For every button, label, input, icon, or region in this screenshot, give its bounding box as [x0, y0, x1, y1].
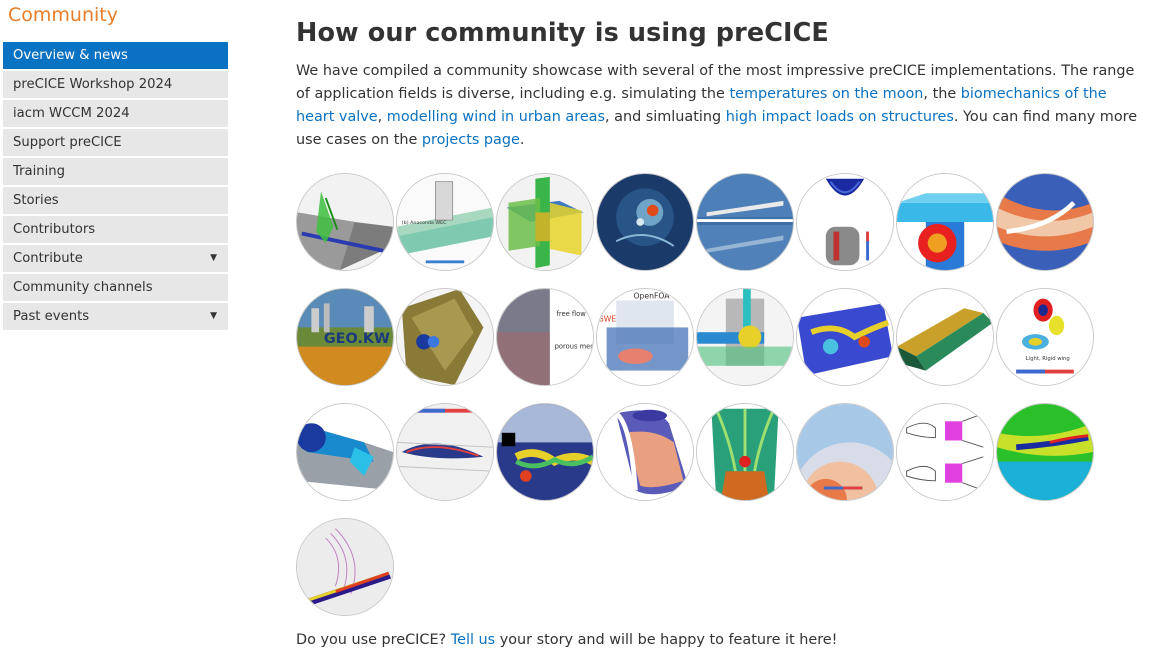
simulation-image: [597, 404, 693, 500]
showcase-thumb-porous-medium[interactable]: free flow porous medium: [496, 288, 594, 386]
simulation-image: [897, 404, 993, 500]
sidebar-item-label: Past events: [13, 309, 90, 324]
simulation-image: (b) Anaconda WEC: [397, 174, 493, 270]
thumb-label: GEO.KW: [324, 331, 390, 347]
showcase-thumb-heart-valve[interactable]: [796, 173, 894, 271]
sidebar-title: Community: [8, 4, 118, 26]
sidebar-item-label: Stories: [13, 193, 59, 208]
footer-text: Do you use preCICE?: [296, 632, 451, 648]
simulation-image: free flow porous medium: [497, 289, 593, 385]
simulation-image: [397, 289, 493, 385]
main-content: How our community is using preCICE We ha…: [296, 18, 1141, 166]
showcase-thumb-cylinder-nozzle[interactable]: [296, 403, 394, 501]
simulation-image: OpenFOA SWE: [597, 289, 693, 385]
footer-text: your story and will be happy to feature …: [495, 632, 838, 648]
showcase-thumb-openfoam-swe[interactable]: OpenFOA SWE: [596, 288, 694, 386]
showcase-thumb-temperature-field[interactable]: [796, 403, 894, 501]
page-title: How our community is using preCICE: [296, 18, 829, 48]
showcase-thumb-cut-planes[interactable]: [496, 173, 594, 271]
showcase-thumb-wake-turbulence[interactable]: [496, 403, 594, 501]
showcase-thumb-wave-energy[interactable]: (b) Anaconda WEC: [396, 173, 494, 271]
sidebar-item-label: Support preCICE: [13, 135, 122, 150]
tell-us-link[interactable]: Tell us: [451, 632, 495, 648]
sidebar-item-label: Contribute: [13, 251, 83, 266]
showcase-thumb-tube-deformation[interactable]: [596, 403, 694, 501]
simulation-image: [397, 404, 493, 500]
intro-text: ,: [377, 109, 387, 125]
link-projects-page[interactable]: projects page: [422, 132, 520, 148]
footer-cta: Do you use preCICE? Tell us your story a…: [296, 632, 837, 648]
simulation-image: [797, 289, 893, 385]
showcase-thumb-panels-blue[interactable]: [696, 173, 794, 271]
thumb-label: free flow: [557, 310, 587, 318]
simulation-image: [697, 174, 793, 270]
simulation-image: [897, 174, 993, 270]
sidebar-item-label: Community channels: [13, 280, 153, 295]
showcase-thumb-plate-green[interactable]: [896, 288, 994, 386]
thumb-label: OpenFOA: [633, 292, 670, 301]
showcase-thumb-terrain-map[interactable]: [796, 288, 894, 386]
simulation-image: [597, 174, 693, 270]
thumb-label: porous medium: [555, 343, 593, 351]
sidebar-item-training[interactable]: Training: [3, 158, 228, 185]
thumb-label: Light, Rigid wing: [1026, 356, 1070, 362]
simulation-image: [697, 289, 793, 385]
simulation-image: [497, 174, 593, 270]
sidebar-item-label: Contributors: [13, 222, 96, 237]
sidebar-item-label: Overview & news: [13, 48, 128, 63]
showcase-thumb-flow-band[interactable]: [996, 173, 1094, 271]
sidebar-item-past-events[interactable]: Past events ▼: [3, 303, 228, 330]
link-wind-urban[interactable]: modelling wind in urban areas: [387, 109, 605, 125]
showcase-thumb-rigid-wing[interactable]: Light, Rigid wing: [996, 288, 1094, 386]
showcase-thumb-flap-contour[interactable]: [296, 518, 394, 616]
thumb-label: SWE: [599, 315, 616, 324]
simulation-image: [697, 404, 793, 500]
sidebar-item-overview-news[interactable]: Overview & news: [3, 42, 228, 69]
sidebar-item-label: preCICE Workshop 2024: [13, 77, 173, 92]
showcase-gallery: (b) Anaconda WEC GEO.KW free flow porous…: [296, 173, 1096, 619]
showcase-thumb-valve-green[interactable]: [296, 173, 394, 271]
showcase-thumb-wing-flow[interactable]: [996, 403, 1094, 501]
showcase-thumb-valve-sketch[interactable]: [896, 403, 994, 501]
simulation-image: [297, 174, 393, 270]
sidebar-item-iacm-wccm-2024[interactable]: iacm WCCM 2024: [3, 100, 228, 127]
simulation-image: [997, 174, 1093, 270]
simulation-image: [497, 404, 593, 500]
simulation-image: [297, 519, 393, 615]
sidebar-item-community-channels[interactable]: Community channels: [3, 274, 228, 301]
intro-text: , the: [923, 86, 961, 102]
simulation-image: [797, 174, 893, 270]
thumb-label: (b) Anaconda WEC: [402, 220, 447, 226]
sidebar-item-support[interactable]: Support preCICE: [3, 129, 228, 156]
showcase-thumb-engine-flow[interactable]: [696, 288, 794, 386]
showcase-thumb-rock-fracture[interactable]: [396, 288, 494, 386]
sidebar-item-contributors[interactable]: Contributors: [3, 216, 228, 243]
sidebar-item-workshop-2024[interactable]: preCICE Workshop 2024: [3, 71, 228, 98]
sidebar-item-label: Training: [13, 164, 66, 179]
link-impact-loads[interactable]: high impact loads on structures: [726, 109, 954, 125]
intro-text: , and simluating: [605, 109, 726, 125]
showcase-thumb-airfoil[interactable]: [396, 403, 494, 501]
intro-paragraph: We have compiled a community showcase wi…: [296, 60, 1141, 152]
simulation-image: [297, 404, 393, 500]
sidebar-item-stories[interactable]: Stories: [3, 187, 228, 214]
showcase-thumb-vortex-navy[interactable]: [596, 173, 694, 271]
intro-text: .: [519, 132, 525, 148]
sidebar-nav: Overview & news preCICE Workshop 2024 ia…: [3, 42, 228, 332]
showcase-thumb-beam-heat[interactable]: [896, 173, 994, 271]
simulation-image: [997, 404, 1093, 500]
simulation-image: [797, 404, 893, 500]
simulation-image: Light, Rigid wing: [997, 289, 1093, 385]
sidebar-item-label: iacm WCCM 2024: [13, 106, 130, 121]
simulation-image: [897, 289, 993, 385]
sidebar-item-contribute[interactable]: Contribute ▼: [3, 245, 228, 272]
link-temperatures-moon[interactable]: temperatures on the moon: [729, 86, 923, 102]
showcase-thumb-plume-green[interactable]: [696, 403, 794, 501]
simulation-image: GEO.KW: [297, 289, 393, 385]
chevron-down-icon[interactable]: ▼: [210, 245, 217, 272]
chevron-down-icon[interactable]: ▼: [210, 303, 217, 330]
showcase-thumb-geo-kw[interactable]: GEO.KW: [296, 288, 394, 386]
